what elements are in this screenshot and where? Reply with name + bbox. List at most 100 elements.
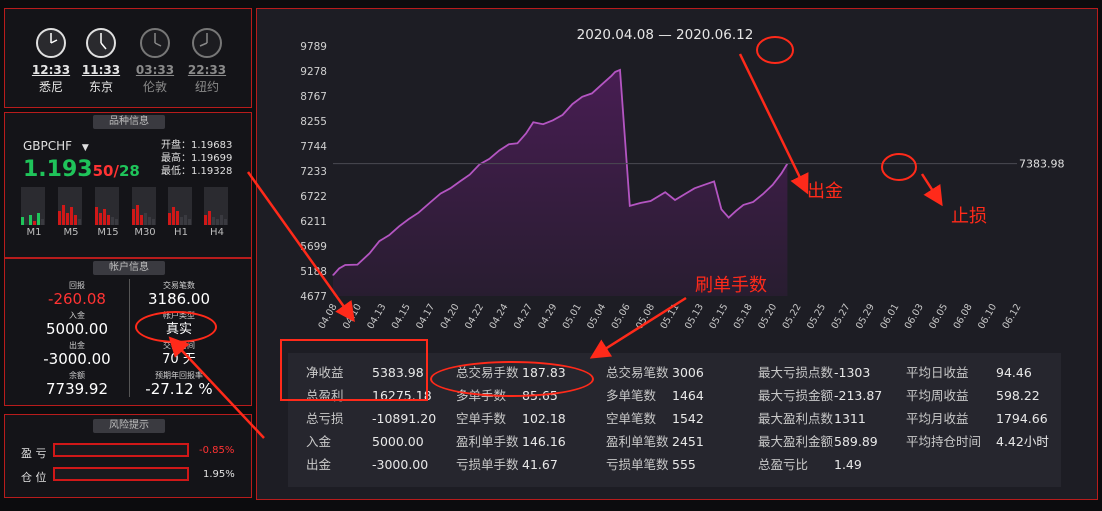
y-tick-label: 6722 (300, 191, 327, 203)
timeframe-m5[interactable]: M5 (56, 227, 86, 238)
signal-bar (62, 205, 65, 225)
price-quote: 1.19350/28 (23, 157, 140, 182)
stat-label: 最大盈利点数 (758, 411, 834, 426)
equity-area (333, 69, 788, 297)
timeframe-m30[interactable]: M30 (130, 227, 160, 238)
drawdown-value: -260.08 (48, 290, 106, 308)
x-tick-label: 05.27 (829, 302, 852, 331)
signal-bar (212, 217, 215, 225)
signal-bar (29, 215, 32, 225)
clock-icon (192, 28, 222, 58)
signal-bar (111, 217, 114, 225)
stat-value: 94.46 (996, 365, 1032, 380)
x-tick-label: 05.08 (634, 302, 657, 331)
signal-bar (58, 211, 61, 225)
profit-loss-value: -0.85% (199, 445, 235, 456)
ohl-info: 开盘：1.19683 最高：1.19699 最低：1.19328 (161, 139, 232, 178)
stat-value: 3006 (672, 365, 704, 380)
timeframe-m1[interactable]: M1 (19, 227, 49, 238)
stat-value: -10891.20 (372, 411, 437, 426)
timeframe-m15[interactable]: M15 (93, 227, 123, 238)
x-tick-label: 05.06 (610, 302, 633, 331)
x-tick-label: 05.22 (781, 302, 804, 331)
annotation-circle-account-type (135, 311, 217, 343)
annotation-box-net-profit (280, 339, 428, 401)
stat-row: 盈利单笔数 2451 (606, 431, 704, 454)
annual-return-value: -27.12 % (145, 380, 213, 398)
withdraw-cell: 出金 -3000.00 (27, 341, 127, 368)
clock-time: 22:33 (187, 63, 227, 77)
y-tick-label: 5699 (300, 241, 327, 253)
stat-label: 出金 (306, 457, 332, 472)
section-title: 品种信息 (93, 115, 165, 129)
stat-row: 最大亏损点数-1303 (758, 362, 882, 385)
signal-bar (220, 215, 223, 225)
stat-label: 平均持仓时间 (906, 434, 982, 449)
stat-value: 5000.00 (372, 434, 424, 449)
position-label: 仓 位 (21, 471, 47, 484)
y-tick-label: 6211 (300, 216, 327, 228)
stat-row: 最大盈利点数1311 (758, 408, 882, 431)
x-tick-label: 05.25 (805, 302, 828, 331)
withdraw-value: -3000.00 (43, 350, 111, 368)
stat-row: 平均月收益 1794.66 (906, 408, 1049, 431)
signal-bar (140, 215, 143, 225)
deposit-value: 5000.00 (45, 320, 109, 338)
stat-label: 总亏损 (306, 411, 344, 426)
risk-panel: 风险提示 盈 亏 -0.85% 仓 位 1.95% (4, 414, 252, 498)
symbol-selector[interactable]: GBPCHF ▼ (23, 139, 89, 153)
x-tick-label: 05.01 (561, 302, 584, 331)
deposit-cell: 入金 5000.00 (27, 311, 127, 338)
stat-label: 最大亏损金额 (758, 388, 834, 403)
stat-row: 平均周收益 598.22 (906, 385, 1049, 408)
stat-row: 亏损单手数 41.67 (456, 454, 566, 477)
x-tick-label: 04.27 (512, 302, 535, 331)
signal-bars (204, 187, 228, 225)
y-tick-label: 5188 (300, 266, 327, 278)
section-title: 帐户信息 (93, 261, 165, 275)
annual-return-cell: 预期年回报率 -27.12 % (129, 371, 229, 398)
signal-bar (136, 205, 139, 225)
y-tick-label: 4677 (300, 291, 327, 303)
stat-value: 598.22 (996, 388, 1040, 403)
stat-row: 入金 5000.00 (306, 431, 436, 454)
profit-loss-label: 盈 亏 (21, 447, 47, 460)
signal-bar (21, 217, 24, 225)
signal-bar (188, 219, 191, 225)
trading-days-value: 70 天 (162, 352, 196, 367)
y-tick-label: 8767 (300, 91, 327, 103)
stat-row: 亏损单笔数 555 (606, 454, 704, 477)
signal-bar (148, 217, 151, 225)
stat-row: 平均持仓时间 4.42小时 (906, 431, 1049, 454)
stat-label: 多单笔数 (606, 388, 657, 403)
stat-label: 平均周收益 (906, 388, 969, 403)
stats-col-5: 平均日收益 94.46 平均周收益 598.22 平均月收益 1794.66 平均持仓时间 4… (906, 362, 1049, 454)
stat-value: 146.16 (522, 434, 566, 449)
position-bar (53, 467, 189, 481)
clock-time: 11:33 (81, 63, 121, 77)
signal-bar (216, 219, 219, 225)
clock-sydney: 12:33 悉尼 (29, 27, 73, 95)
stat-value: 555 (672, 457, 696, 472)
stat-value: 1542 (672, 411, 704, 426)
stat-row: 盈利单手数 146.16 (456, 431, 566, 454)
x-tick-label: 06.01 (878, 302, 901, 331)
signal-bar (224, 219, 227, 225)
stat-row: 最大盈利金额589.89 (758, 431, 882, 454)
stat-row: 总亏损 -10891.20 (306, 408, 436, 431)
trades-value: 3186.00 (147, 290, 211, 308)
stat-label: 空单手数 (456, 411, 507, 426)
equity-panel: 7383.98 4677 5188 5699 6211 6722 7233 7744 8255 8… (256, 8, 1098, 500)
position-value: 1.95% (203, 469, 235, 480)
signal-bar (144, 213, 147, 225)
signal-bar (41, 219, 44, 225)
signal-bar (176, 211, 179, 225)
timeframe-h1[interactable]: H1 (166, 227, 196, 238)
annotation-circle-volume (430, 361, 594, 397)
y-tick-label: 8255 (300, 116, 327, 128)
clock-city: 纽约 (194, 80, 219, 94)
signal-bars (132, 187, 156, 225)
timeframe-h4[interactable]: H4 (202, 227, 232, 238)
annotation-volume: 刷单手数 (695, 275, 767, 296)
stat-value: 1311 (834, 411, 866, 426)
